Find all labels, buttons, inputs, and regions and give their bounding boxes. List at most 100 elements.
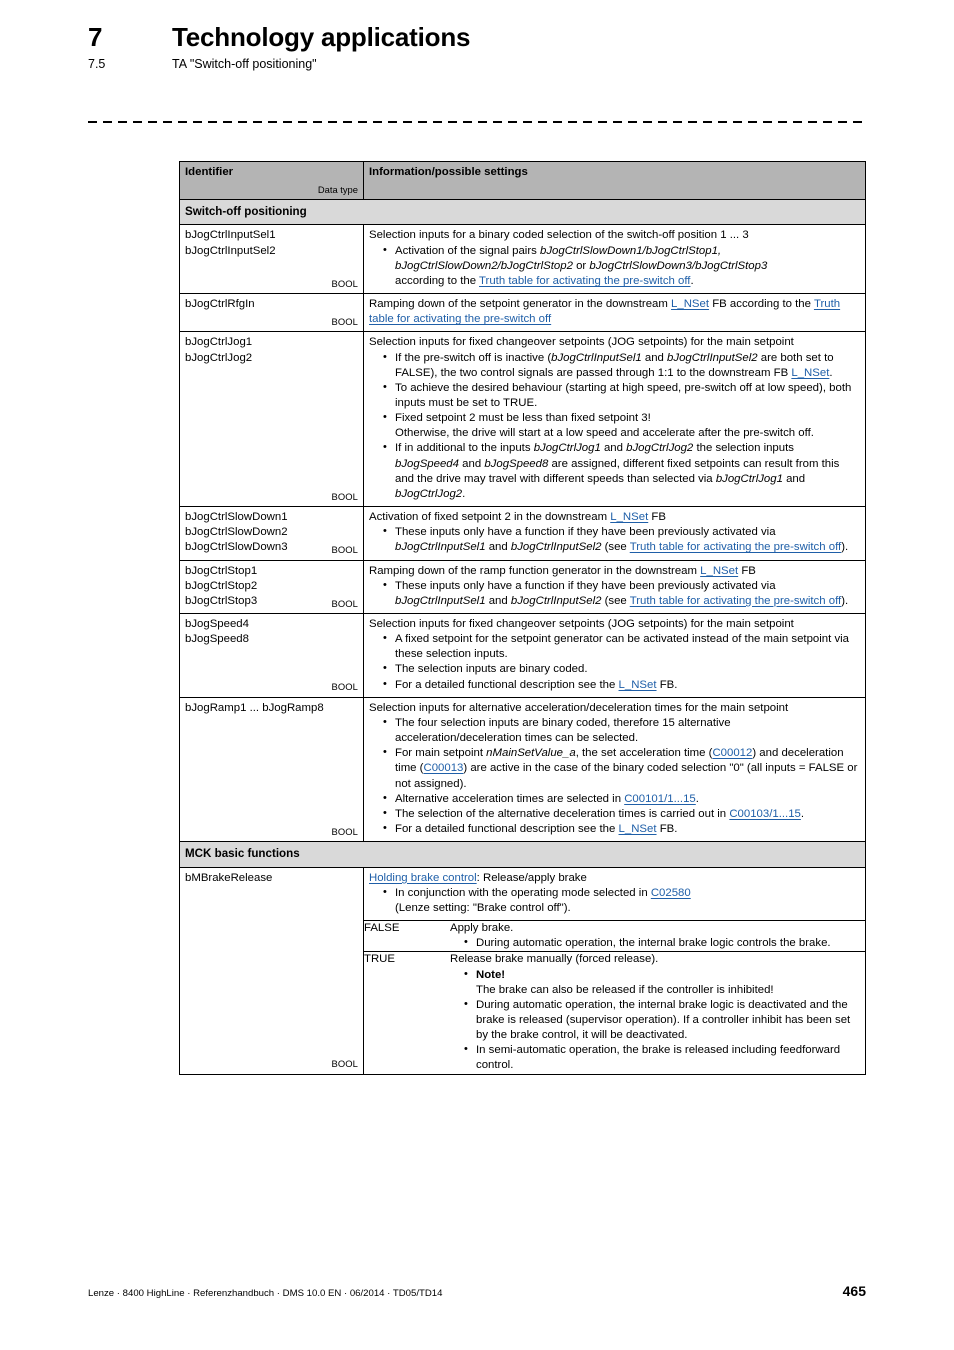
text-fragment: If the pre-switch off is inactive ( [395,351,552,364]
bullet-list: The four selection inputs are binary cod… [369,715,860,837]
cross-reference-link[interactable]: Truth table for activating the pre-switc… [630,541,841,553]
header-information-cell: Information/possible settings [363,161,866,200]
table-row: bJogCtrlRfgIn BOOL Ramping down of the s… [179,293,866,333]
information-cell: Selection inputs for a binary coded sele… [363,224,866,295]
cross-reference-link[interactable]: L_NSet [619,679,657,691]
list-item: During automatic operation, the internal… [450,935,865,951]
list-item: A fixed setpoint for the setpoint genera… [369,631,860,662]
bullet-list: If the pre-switch off is inactive (bJogC… [369,349,860,503]
section-row-mck: MCK basic functions [179,841,866,868]
information-cell: Selection inputs for alternative acceler… [363,696,866,843]
code-identifier: bJogCtrlInputSel1 [551,351,642,364]
text-fragment: FB [648,511,666,524]
code-identifier: bJogCtrlJog2 [395,487,463,500]
identifier-name: bJogRamp1 ... bJogRamp8 [185,701,324,714]
identifier-names: bJogCtrlJog1 bJogCtrlJog2 [185,335,358,365]
code-identifier: bJogCtrlJog1 [715,472,783,485]
identifier-cell: bJogCtrlInputSel1 bJogCtrlInputSel2 BOOL [179,224,364,295]
text-fragment: . [695,792,699,805]
lead-text: Ramping down of the ramp function genera… [369,564,860,579]
lead-text: Ramping down of the setpoint generator i… [369,297,860,327]
identifier-cell: bJogCtrlStop1 bJogCtrlStop2 bJogCtrlStop… [179,559,364,615]
code-identifier: bJogCtrlInputSel1 [395,594,486,607]
parameter-link[interactable]: C00013 [423,762,463,774]
identifier-name: bMBrakeRelease [185,871,273,884]
text-fragment: . [829,366,833,379]
data-type-badge: BOOL [331,681,358,693]
text-fragment: Activation of the signal pairs [395,244,540,257]
text-fragment: : Release/apply brake [476,871,587,884]
page-footer: Lenze · 8400 HighLine · Referenzhandbuch… [88,1283,866,1299]
lead-text: Apply brake. [450,922,514,935]
text-fragment: Otherwise, the drive will start at a low… [395,427,814,440]
table-row: bJogRamp1 ... bJogRamp8 BOOL Selection i… [179,696,866,843]
list-item: Activation of the signal pairs bJogCtrlS… [369,243,860,289]
parameter-link[interactable]: C00103/1...15 [729,808,801,820]
text-fragment: . [800,807,805,820]
code-identifier: bJogCtrlInputSel2 [667,351,758,364]
identifier-name: bJogCtrlJog1 [185,336,253,349]
code-identifier: bJogCtrlJog2 [626,442,694,455]
list-item: In semi-automatic operation, the brake i… [450,1042,865,1073]
information-cell: Holding brake control: Release/apply bra… [363,866,866,1075]
text-fragment: , the set acceleration time ( [575,747,713,760]
chapter-number: 7 [88,22,103,52]
value-description: Release brake manually (forced release).… [450,951,865,1074]
identifier-name: bJogCtrlRfgIn [185,298,255,311]
list-item: The selection inputs are binary coded. [369,661,860,677]
text-fragment: These inputs only have a function if the… [395,579,776,592]
parameter-link[interactable]: C00012 [712,747,752,759]
information-cell: Selection inputs for fixed changeover se… [363,613,866,698]
data-type-badge: BOOL [331,825,358,837]
data-type-badge: BOOL [331,1058,358,1070]
cross-reference-link[interactable]: L_NSet [610,511,648,523]
lead-text: Release brake manually (forced release). [450,953,659,966]
information-cell: Activation of fixed setpoint 2 in the do… [363,506,866,561]
code-identifier: nMainSetValue_a [486,747,576,760]
code-identifier: bJogSpeed4 [395,457,459,470]
identifier-cell: bJogRamp1 ... bJogRamp8 BOOL [179,696,364,843]
chapter-line: 7 Technology applications [88,22,868,53]
identifier-names: bJogCtrlRfgIn [185,297,358,312]
list-item: In conjunction with the operating mode s… [369,885,860,916]
text-fragment: For a detailed functional description se… [395,823,619,836]
text-fragment: ). [841,594,849,607]
cross-reference-link[interactable]: L_NSet [700,565,738,577]
identifier-name: bJogCtrlInputSel2 [185,244,276,257]
text-fragment: If in additional to the inputs [395,442,534,455]
bullet-list: A fixed setpoint for the setpoint genera… [369,631,860,693]
code-identifier: bJogCtrlSlowDown2/bJogCtrlStop2 [395,259,573,272]
table-row: bJogCtrlJog1 bJogCtrlJog2 BOOL Selection… [179,331,866,508]
table-row: bMBrakeRelease BOOL Holding brake contro… [179,866,866,1075]
parameter-link[interactable]: C02580 [651,887,691,899]
text-fragment: Activation of fixed setpoint 2 in the do… [369,511,611,524]
cross-reference-link[interactable]: Truth table for activating the pre-switc… [479,275,690,287]
lead-text: Selection inputs for alternative acceler… [369,701,789,714]
table-row: bJogSpeed4 bJogSpeed8 BOOL Selection inp… [179,613,866,698]
cross-reference-link[interactable]: Truth table for activating the pre-switc… [630,595,841,607]
list-item: The selection of the alternative deceler… [369,806,860,822]
text-fragment: ). [841,541,849,554]
table-row: bJogCtrlInputSel1 bJogCtrlInputSel2 BOOL… [179,224,866,295]
value-table: FALSE Apply brake. During automatic oper… [364,920,865,1074]
cross-reference-link[interactable]: L_NSet [671,298,709,310]
identifier-cell: bJogSpeed4 bJogSpeed8 BOOL [179,613,364,698]
parameter-link[interactable]: C00101/1...15 [624,793,696,805]
text-fragment: . [462,487,466,500]
cross-reference-link[interactable]: L_NSet [791,367,829,379]
section-title: TA "Switch-off positioning" [172,57,317,71]
code-identifier: bJogCtrlSlowDown3/bJogCtrlStop3 [589,259,768,272]
list-item: For a detailed functional description se… [369,821,860,837]
text-fragment: and [782,472,806,485]
cross-reference-link[interactable]: L_NSet [619,823,657,835]
identifier-name: bJogSpeed8 [185,633,249,646]
section-row-switch-off: Switch-off positioning [179,198,866,226]
cross-reference-link[interactable]: Holding brake control [369,872,477,884]
text-fragment: For main setpoint [395,747,487,760]
list-item: The four selection inputs are binary cod… [369,715,860,746]
list-item: To achieve the desired behaviour (starti… [369,380,860,411]
text-fragment: FB. [656,823,678,836]
text-fragment: and [458,457,485,470]
list-item: These inputs only have a function if the… [369,578,860,609]
bullet-list: Activation of the signal pairs bJogCtrlS… [369,243,860,289]
